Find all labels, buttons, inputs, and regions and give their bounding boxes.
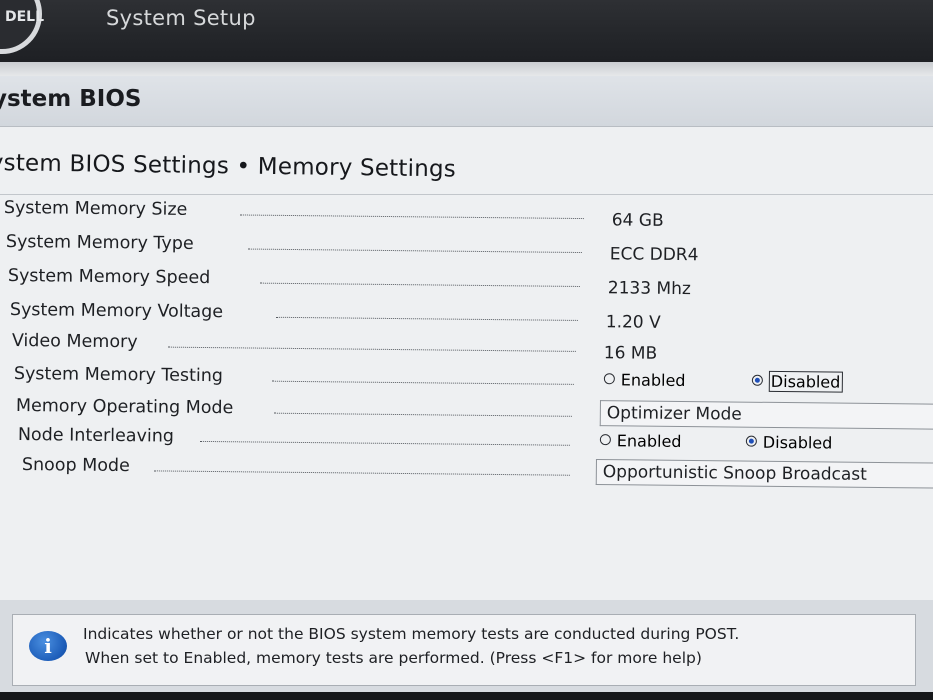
help-box: i Indicates whether or not the BIOS syst… — [12, 614, 916, 686]
radio-label-focused: Disabled — [768, 370, 843, 393]
setting-row-snoop-mode[interactable]: Snoop Mode Opportunistic Snoop Broadcast — [21, 455, 933, 493]
setting-label: Snoop Mode — [21, 455, 134, 477]
dotted-leader — [271, 380, 574, 385]
radio-unselected-icon — [603, 373, 615, 385]
setting-label: Video Memory — [11, 331, 142, 353]
setting-row-memory-size: System Memory Size 64 GB — [3, 198, 924, 236]
radio-label: Disabled — [762, 432, 833, 453]
header-divider — [0, 62, 933, 76]
dotted-leader — [247, 248, 582, 254]
screen-bezel — [0, 692, 933, 700]
setting-label: Memory Operating Mode — [15, 396, 238, 419]
memory-testing-enabled-radio[interactable]: Enabled — [603, 370, 686, 391]
memory-speed-value: 2133 Mhz — [607, 278, 691, 300]
dotted-leader — [275, 316, 578, 321]
setting-row-memory-speed: System Memory Speed 2133 Mhz — [7, 266, 928, 304]
help-text-line-1: Indicates whether or not the BIOS system… — [83, 625, 740, 643]
dotted-leader — [153, 470, 570, 476]
dotted-leader — [199, 440, 570, 446]
top-header-bar: DELL System Setup — [0, 0, 933, 62]
help-panel: i Indicates whether or not the BIOS syst… — [0, 600, 933, 692]
memory-testing-disabled-radio[interactable]: Disabled — [751, 370, 843, 393]
dotted-leader — [167, 346, 576, 352]
memory-type-value: ECC DDR4 — [609, 244, 699, 266]
video-memory-value: 16 MB — [603, 343, 658, 364]
setting-row-memory-type: System Memory Type ECC DDR4 — [5, 232, 926, 270]
title-divider — [0, 194, 933, 195]
radio-label: Enabled — [616, 431, 682, 451]
radio-selected-icon — [751, 374, 763, 386]
dotted-leader — [259, 282, 580, 287]
setting-label: System Memory Speed — [7, 266, 215, 289]
radio-unselected-icon — [599, 434, 611, 446]
setting-row-video-memory: Video Memory 16 MB — [11, 331, 932, 369]
dotted-leader — [273, 412, 572, 417]
dotted-leader — [239, 214, 584, 220]
help-text-line-2: When set to Enabled, memory tests are pe… — [85, 649, 702, 667]
setting-label: System Memory Testing — [13, 364, 228, 387]
dell-logo: DELL — [0, 0, 45, 54]
node-interleaving-enabled-radio[interactable]: Enabled — [599, 431, 682, 451]
section-title: ystem BIOS — [0, 86, 142, 112]
setting-row-memory-testing[interactable]: System Memory Testing Enabled Disabled — [13, 364, 933, 402]
app-title: System Setup — [106, 6, 256, 30]
setting-label: System Memory Type — [5, 232, 198, 255]
memory-size-value: 64 GB — [611, 210, 664, 231]
snoop-mode-dropdown[interactable]: Opportunistic Snoop Broadcast — [595, 459, 933, 489]
bios-screen: DELL System Setup ystem BIOS ystem BIOS … — [0, 0, 933, 700]
setting-label: System Memory Size — [3, 198, 192, 220]
radio-label: Enabled — [620, 370, 686, 391]
info-icon: i — [29, 631, 67, 661]
page-title: ystem BIOS Settings • Memory Settings — [0, 150, 457, 183]
node-interleaving-disabled-radio[interactable]: Disabled — [745, 432, 833, 453]
operating-mode-dropdown[interactable]: Optimizer Mode — [599, 400, 933, 430]
radio-selected-icon — [745, 435, 757, 447]
dell-logo-text: DELL — [5, 9, 45, 25]
section-header: ystem BIOS — [0, 76, 933, 127]
setting-label: System Memory Voltage — [9, 300, 228, 323]
memory-voltage-value: 1.20 V — [605, 312, 661, 333]
setting-label: Node Interleaving — [17, 425, 179, 447]
